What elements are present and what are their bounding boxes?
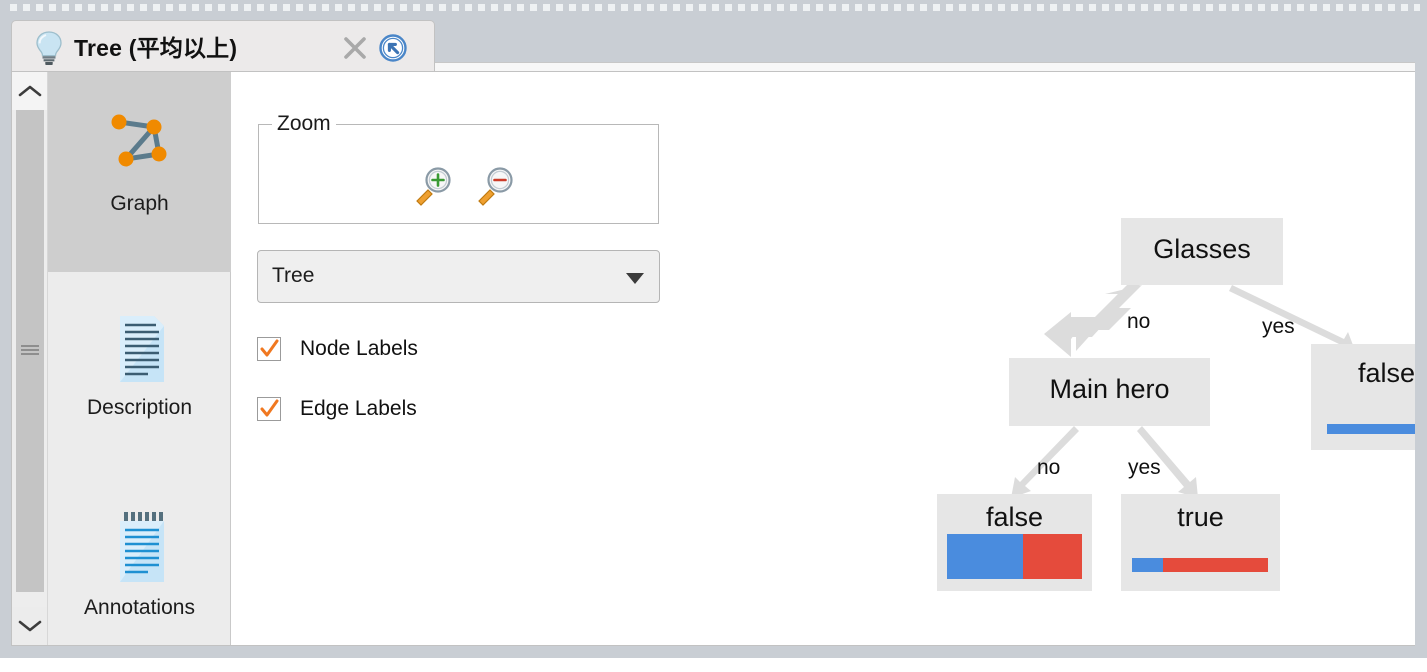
checkmark-icon <box>260 339 279 357</box>
graph-icon <box>104 102 176 180</box>
checkbox-edge-labels[interactable]: Edge Labels <box>257 397 417 421</box>
distribution-bar-red <box>1023 534 1082 579</box>
description-icon <box>104 310 176 388</box>
distribution-bar <box>1132 558 1268 572</box>
sidebar-item-annotations[interactable]: Annotations <box>48 472 231 672</box>
node-label: true <box>1177 502 1224 532</box>
chevron-down-icon <box>18 620 41 632</box>
tab-tree[interactable]: Tree (平均以上) <box>11 20 435 72</box>
tree-node-leaf-false-right[interactable]: false <box>1311 344 1415 450</box>
layout-select[interactable]: Tree <box>257 250 660 303</box>
node-label: Main hero <box>1049 374 1170 404</box>
node-label: false <box>985 502 1044 532</box>
tree-node-main-hero[interactable]: Main hero <box>1009 358 1210 426</box>
edge-label-yes-mainhero: yes <box>1128 456 1161 479</box>
checkmark-icon <box>260 399 279 417</box>
tree-node-glasses[interactable]: Glasses <box>1121 218 1283 285</box>
tab-bar: Tree (平均以上) <box>11 14 1415 72</box>
tab-title: Tree (平均以上) <box>74 35 238 61</box>
node-label: Glasses <box>1153 234 1251 264</box>
sidebar-item-label: Graph <box>110 192 169 215</box>
scroll-up-button[interactable] <box>12 72 47 110</box>
zoom-group-box: Zoom <box>258 112 659 224</box>
annotations-icon <box>104 510 176 588</box>
chevron-down-icon <box>626 273 644 284</box>
zoom-in-icon[interactable] <box>411 161 457 207</box>
scrollbar-thumb[interactable] <box>16 110 44 592</box>
scroll-down-button[interactable] <box>12 607 47 645</box>
checkbox-label: Node Labels <box>300 337 418 360</box>
tree-node-leaf-true[interactable]: true <box>1121 494 1280 591</box>
tree-node-leaf-false-left[interactable]: false <box>937 494 1092 591</box>
layout-select-value: Tree <box>272 264 315 287</box>
options-and-graph-area: Zoom Tree Node Labels Edge Labels Glasse… <box>232 72 1415 645</box>
distribution-bar-blue <box>947 534 1024 579</box>
drag-handle-dots <box>10 4 1420 11</box>
zoom-group-title: Zoom <box>272 112 336 136</box>
content-panel: Graph Description Annotations Zoom Tree … <box>11 71 1415 646</box>
checkbox-box <box>257 397 281 421</box>
application-window: Tree (平均以上) Graph Description Annotation… <box>0 0 1427 658</box>
node-label: false <box>1357 358 1415 388</box>
edge-label-no-mainhero: no <box>1037 456 1061 479</box>
distribution-bar <box>947 534 1082 579</box>
sidebar-item-graph[interactable]: Graph <box>48 72 231 272</box>
checkbox-node-labels[interactable]: Node Labels <box>257 337 418 361</box>
lightbulb-icon <box>34 31 64 66</box>
sidebar-item-label: Annotations <box>84 596 195 619</box>
chevron-up-icon <box>18 85 41 97</box>
checkbox-label: Edge Labels <box>300 397 417 420</box>
sidebar-scrollbar[interactable] <box>12 72 48 645</box>
zoom-out-icon[interactable] <box>473 161 519 207</box>
close-icon[interactable] <box>342 35 368 61</box>
icon-sidebar: Graph Description Annotations <box>48 72 231 645</box>
sidebar-item-description[interactable]: Description <box>48 272 231 472</box>
tree-graph-canvas[interactable]: Glasses Main hero false false true no ye… <box>672 72 1415 645</box>
sidebar-item-label: Description <box>86 396 193 419</box>
detach-arrow-icon[interactable] <box>378 33 408 63</box>
edge-label-no-glasses: no <box>1127 310 1151 333</box>
checkbox-box <box>257 337 281 361</box>
distribution-bar-blue <box>1327 424 1415 434</box>
window-drag-strip <box>0 0 1427 14</box>
distribution-bar-blue <box>1132 558 1164 572</box>
edge-label-yes-glasses: yes <box>1262 315 1295 338</box>
distribution-bar-red <box>1163 558 1268 572</box>
scrollbar-grip <box>21 345 39 357</box>
distribution-bar <box>1327 424 1415 434</box>
